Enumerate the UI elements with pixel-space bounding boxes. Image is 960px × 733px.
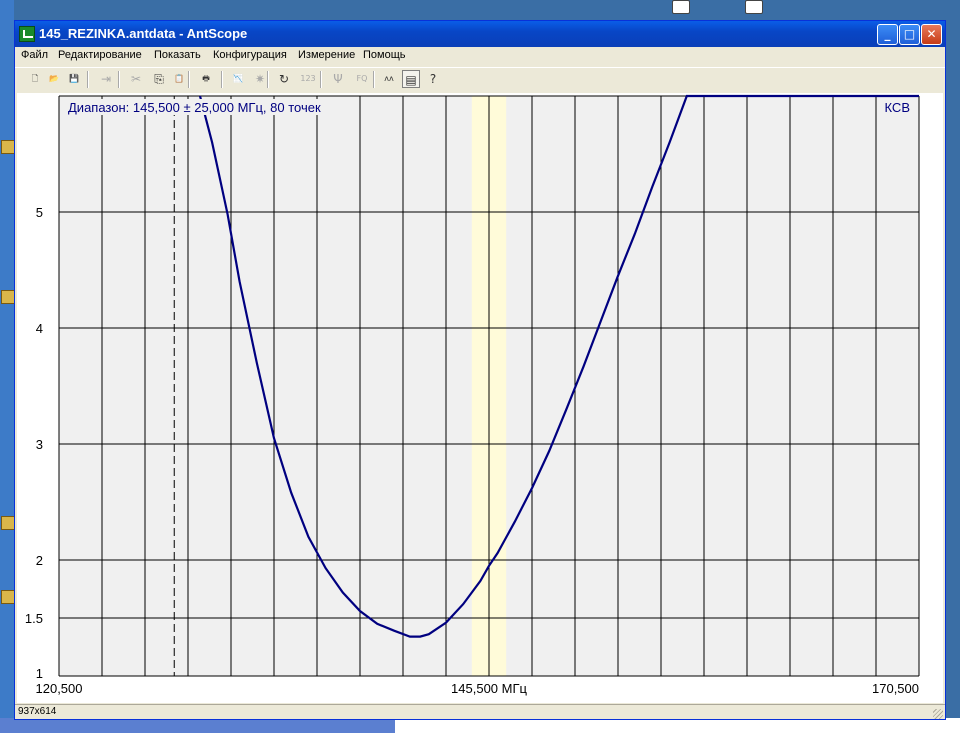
- new-file-icon[interactable]: 🗋: [26, 70, 44, 88]
- chart-icon[interactable]: 📉: [229, 70, 247, 88]
- copy-icon[interactable]: ⎘: [150, 70, 168, 88]
- desktop-icon[interactable]: [1, 140, 15, 154]
- x-center-label: 145,500 МГц: [451, 681, 527, 696]
- refresh-icon[interactable]: ↻: [275, 70, 293, 88]
- app-icon[interactable]: [19, 26, 35, 42]
- range-label: Диапазон: 145,500 ± 25,000 МГц, 80 точек: [68, 100, 321, 115]
- menu-measurement[interactable]: Измерение: [298, 49, 355, 61]
- open-file-icon[interactable]: 📂: [45, 70, 63, 88]
- export-icon[interactable]: ⇥: [97, 70, 115, 88]
- menu-bar: Файл Редактирование Показать Конфигураци…: [15, 47, 945, 66]
- fq-icon[interactable]: FQ: [353, 70, 371, 88]
- toolbar-separator: [188, 71, 190, 88]
- desktop-icon[interactable]: [1, 516, 15, 530]
- cut-icon[interactable]: ✂: [127, 70, 145, 88]
- y-tick-label: 1.5: [25, 611, 43, 626]
- plot-area[interactable]: 1 1.5 2 3 4 5 Диапазон: 145,500 ± 25,000 МГц,…: [17, 93, 943, 703]
- toolbar-separator: [87, 71, 89, 88]
- parameter-label: КСВ: [885, 100, 911, 115]
- table-mode-icon[interactable]: ▤: [402, 70, 420, 88]
- title-bar[interactable]: 145_REZINKA.antdata - AntScope _ □ ✕: [15, 21, 945, 47]
- desktop-icon[interactable]: [672, 0, 690, 14]
- toolbar-separator: [118, 71, 120, 88]
- graph-mode-icon[interactable]: ʌʌ: [380, 70, 398, 88]
- background-window: [395, 718, 960, 733]
- minimize-button[interactable]: _: [877, 24, 898, 45]
- menu-file[interactable]: Файл: [21, 49, 48, 61]
- toolbar: 🗋 📂 💾 ⇥ ✂ ⎘ 📋 🖶 📉 ✷ ↻ 123 Ψ FQ ʌʌ ▤?: [15, 67, 945, 92]
- y-tick-labels: 1 1.5 2 3 4 5: [25, 205, 43, 681]
- print-icon[interactable]: 🖶: [197, 70, 215, 88]
- numbers-icon[interactable]: 123: [299, 70, 317, 88]
- status-text: 937x614: [18, 706, 57, 717]
- menu-view[interactable]: Показать: [154, 49, 201, 61]
- menu-edit[interactable]: Редактирование: [58, 49, 142, 61]
- desktop-background: [0, 0, 14, 733]
- paste-icon[interactable]: 📋: [170, 70, 188, 88]
- y-tick-label: 1: [36, 666, 43, 681]
- antscope-window: 145_REZINKA.antdata - AntScope _ □ ✕ Фай…: [14, 20, 946, 720]
- window-title: 145_REZINKA.antdata - AntScope: [39, 26, 248, 41]
- help-icon[interactable]: ?: [424, 70, 442, 88]
- desktop-icon[interactable]: [745, 0, 763, 14]
- y-tick-label: 5: [36, 205, 43, 220]
- status-bar: 937x614: [15, 704, 945, 720]
- desktop-icon[interactable]: [1, 290, 15, 304]
- maximize-button[interactable]: □: [899, 24, 920, 45]
- vswr-chart[interactable]: 1 1.5 2 3 4 5 Диапазон: 145,500 ± 25,000 МГц,…: [17, 93, 943, 703]
- antenna-icon[interactable]: Ψ: [329, 70, 347, 88]
- vertical-grid: [58, 96, 920, 676]
- desktop-icon[interactable]: [1, 590, 15, 604]
- close-button[interactable]: ✕: [921, 24, 942, 45]
- toolbar-separator: [373, 71, 375, 88]
- save-icon[interactable]: 💾: [65, 70, 83, 88]
- star-icon[interactable]: ✷: [251, 70, 269, 88]
- resize-grip[interactable]: [933, 709, 943, 719]
- toolbar-separator: [221, 71, 223, 88]
- y-tick-label: 2: [36, 553, 43, 568]
- menu-configuration[interactable]: Конфигурация: [213, 49, 287, 61]
- y-tick-label: 3: [36, 437, 43, 452]
- x-right-label: 170,500: [872, 681, 919, 696]
- menu-help[interactable]: Помощь: [363, 49, 406, 61]
- y-tick-label: 4: [36, 321, 43, 336]
- toolbar-separator: [320, 71, 322, 88]
- x-left-label: 120,500: [36, 681, 83, 696]
